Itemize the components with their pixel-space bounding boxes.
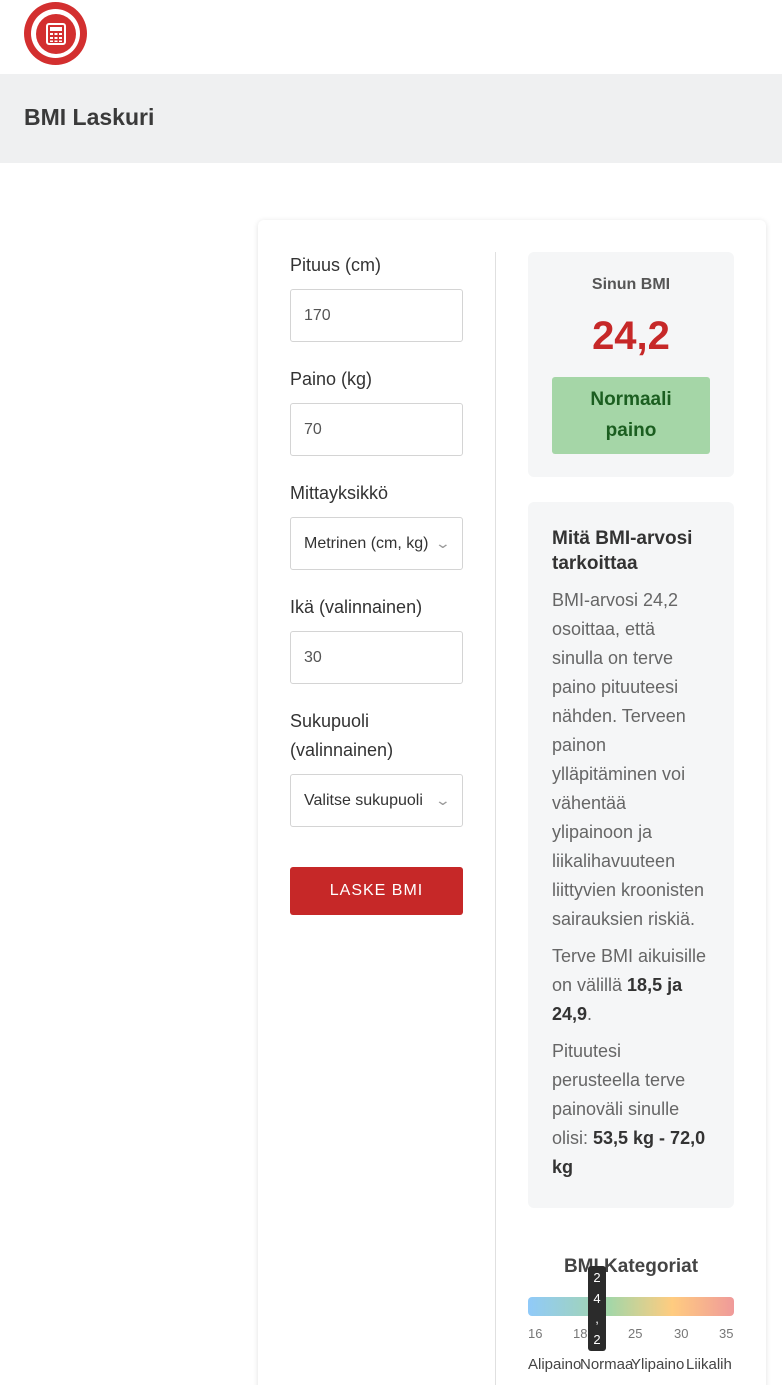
gender-select[interactable]: Valitse sukupuoli ⌄ bbox=[290, 774, 463, 827]
height-input[interactable]: 170 bbox=[290, 289, 463, 342]
bmi-category-badge: Normaali paino bbox=[552, 377, 710, 454]
title-bar: BMI Laskuri bbox=[0, 74, 782, 163]
page-title: BMI Laskuri bbox=[24, 104, 155, 130]
age-input[interactable]: 30 bbox=[290, 631, 463, 684]
age-label: Ikä (valinnainen) bbox=[290, 597, 423, 617]
category-name: Normaa bbox=[580, 1356, 634, 1373]
info-paragraph-1: BMI-arvosi 24,2 osoittaa, että sinulla o… bbox=[552, 590, 705, 929]
category-name: Liikalih bbox=[686, 1356, 732, 1373]
chevron-down-icon: ⌄ bbox=[434, 535, 452, 551]
weight-input[interactable]: 70 bbox=[290, 403, 463, 456]
info-title: Mitä BMI-arvosi tarkoittaa bbox=[552, 528, 693, 574]
category-name: Alipaino bbox=[528, 1356, 582, 1373]
unit-label: Mittayksikkö bbox=[290, 483, 389, 503]
category-name: Ylipaino bbox=[631, 1356, 685, 1373]
gender-label-line2: (valinnainen) bbox=[290, 740, 394, 760]
gender-label-line1: Sukupuoli bbox=[290, 711, 370, 731]
height-label: Pituus (cm) bbox=[290, 255, 382, 275]
calculator-icon[interactable] bbox=[24, 2, 87, 65]
result-panel: Sinun BMI 24,2 Normaali paino bbox=[528, 252, 734, 477]
calculator-card: Pituus (cm) 170 Paino (kg) 70 Mittayksik… bbox=[258, 220, 766, 1385]
calculator-glyph bbox=[45, 22, 66, 45]
categories-title: BMI Kategoriat bbox=[563, 1256, 699, 1277]
scale-tick: 16 bbox=[528, 1326, 543, 1341]
category-line2: paino bbox=[605, 420, 657, 441]
category-line1: Normaali bbox=[590, 389, 672, 410]
gender-label: Sukupuoli (valinnainen) bbox=[290, 707, 393, 765]
bmi-marker: 2 4 , 2 bbox=[588, 1266, 606, 1351]
bmi-scale-bar bbox=[528, 1297, 734, 1316]
column-divider bbox=[495, 252, 496, 1385]
info-paragraph-2: Terve BMI aikuisille on välillä 18,5 ja … bbox=[552, 946, 707, 1024]
info-paragraph-3: Pituutesi perusteella terve paino­väli s… bbox=[552, 1041, 706, 1177]
info-panel: Mitä BMI-arvosi tarkoittaa BMI-arvosi 24… bbox=[528, 502, 734, 1208]
scale-tick: 30 bbox=[674, 1326, 689, 1341]
gender-select-value: Valitse sukupuoli bbox=[304, 791, 423, 809]
calculate-bmi-button[interactable]: LASKE BMI bbox=[290, 867, 463, 915]
scale-tick: 25 bbox=[628, 1326, 643, 1341]
scale-tick: 35 bbox=[719, 1326, 734, 1341]
weight-label: Paino (kg) bbox=[290, 369, 373, 389]
result-label: Sinun BMI bbox=[591, 276, 671, 293]
chevron-down-icon: ⌄ bbox=[434, 792, 452, 808]
unit-select[interactable]: Metrinen (cm, kg) ⌄ bbox=[290, 517, 463, 570]
bmi-value: 24,2 bbox=[592, 314, 670, 358]
scale-tick: 18 bbox=[573, 1326, 588, 1341]
top-bar bbox=[0, 0, 782, 74]
unit-select-value: Metrinen (cm, kg) bbox=[304, 534, 429, 552]
